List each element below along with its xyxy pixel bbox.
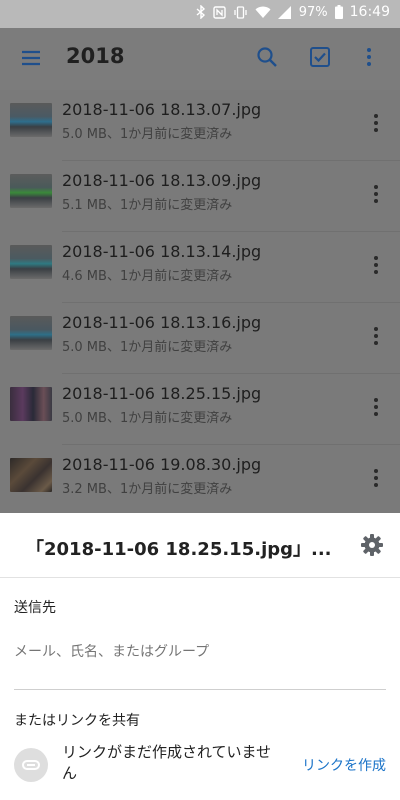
file-row[interactable]: 2018-11-06 18.13.07.jpg 5.0 MB、1か月前に変更済み [0, 90, 400, 161]
send-to-label: 送信先 [14, 600, 56, 616]
divider [0, 577, 400, 578]
file-name: 2018-11-06 18.13.16.jpg [62, 313, 262, 332]
gear-icon[interactable] [360, 533, 384, 557]
more-vert-icon[interactable] [372, 183, 380, 205]
file-name: 2018-11-06 18.25.15.jpg [62, 384, 262, 403]
file-row[interactable]: 2018-11-06 18.13.09.jpg 5.1 MB、1か月前に変更済み [0, 161, 400, 232]
vibrate-icon [233, 5, 248, 19]
file-row[interactable]: 2018-11-06 18.13.14.jpg 4.6 MB、1か月前に変更済み [0, 232, 400, 303]
file-thumbnail [10, 245, 52, 279]
share-link-label: またはリンクを共有 [14, 713, 140, 729]
input-underline [14, 689, 386, 690]
more-vert-icon[interactable] [372, 396, 380, 418]
share-sheet: 「2018-11-06 18.25.15.jpg」... 送信先 またはリンクを… [0, 513, 400, 800]
battery-percent: 97% [298, 4, 328, 20]
file-meta: 5.0 MB、1か月前に変更済み [62, 411, 233, 426]
file-meta: 5.0 MB、1か月前に変更済み [62, 340, 233, 355]
file-meta: 4.6 MB、1か月前に変更済み [62, 269, 233, 284]
wifi-icon [255, 6, 271, 19]
more-vert-icon[interactable] [372, 112, 380, 134]
bluetooth-icon [196, 5, 206, 19]
file-list: 2018-11-06 18.13.07.jpg 5.0 MB、1か月前に変更済み… [0, 90, 400, 516]
file-meta: 3.2 MB、1か月前に変更済み [62, 482, 233, 497]
search-icon[interactable] [255, 45, 279, 69]
file-thumbnail [10, 387, 52, 421]
file-meta: 5.0 MB、1か月前に変更済み [62, 127, 233, 142]
signal-icon [277, 5, 292, 19]
file-row[interactable]: 2018-11-06 19.08.30.jpg 3.2 MB、1か月前に変更済み [0, 445, 400, 516]
select-icon[interactable] [308, 45, 332, 69]
page-title: 2018 [66, 44, 125, 68]
file-name: 2018-11-06 18.13.07.jpg [62, 100, 262, 119]
file-thumbnail [10, 458, 52, 492]
status-bar: 97% 16:49 [0, 0, 400, 28]
file-name: 2018-11-06 18.13.09.jpg [62, 171, 262, 190]
create-link-button[interactable]: リンクを作成 [302, 755, 386, 775]
more-vert-icon[interactable] [372, 467, 380, 489]
link-status-text: リンクがまだ作成されていません [62, 743, 272, 782]
more-vert-icon[interactable] [372, 254, 380, 276]
file-thumbnail [10, 174, 52, 208]
file-meta: 5.1 MB、1か月前に変更済み [62, 198, 233, 213]
file-thumbnail [10, 103, 52, 137]
file-row[interactable]: 2018-11-06 18.25.15.jpg 5.0 MB、1か月前に変更済み [0, 374, 400, 445]
file-row[interactable]: 2018-11-06 18.13.16.jpg 5.0 MB、1か月前に変更済み [0, 303, 400, 374]
link-icon [14, 748, 48, 782]
nfc-icon [213, 5, 226, 19]
share-sheet-title: 「2018-11-06 18.25.15.jpg」... [26, 539, 332, 560]
file-name: 2018-11-06 18.13.14.jpg [62, 242, 262, 261]
more-vert-icon[interactable] [372, 325, 380, 347]
file-thumbnail [10, 316, 52, 350]
file-name: 2018-11-06 19.08.30.jpg [62, 455, 262, 474]
more-vert-icon[interactable] [364, 45, 374, 69]
app-bar: 2018 [0, 28, 400, 90]
clock: 16:49 [349, 4, 390, 20]
battery-icon [334, 5, 343, 19]
menu-icon[interactable] [20, 47, 42, 69]
recipient-input[interactable] [14, 644, 386, 660]
